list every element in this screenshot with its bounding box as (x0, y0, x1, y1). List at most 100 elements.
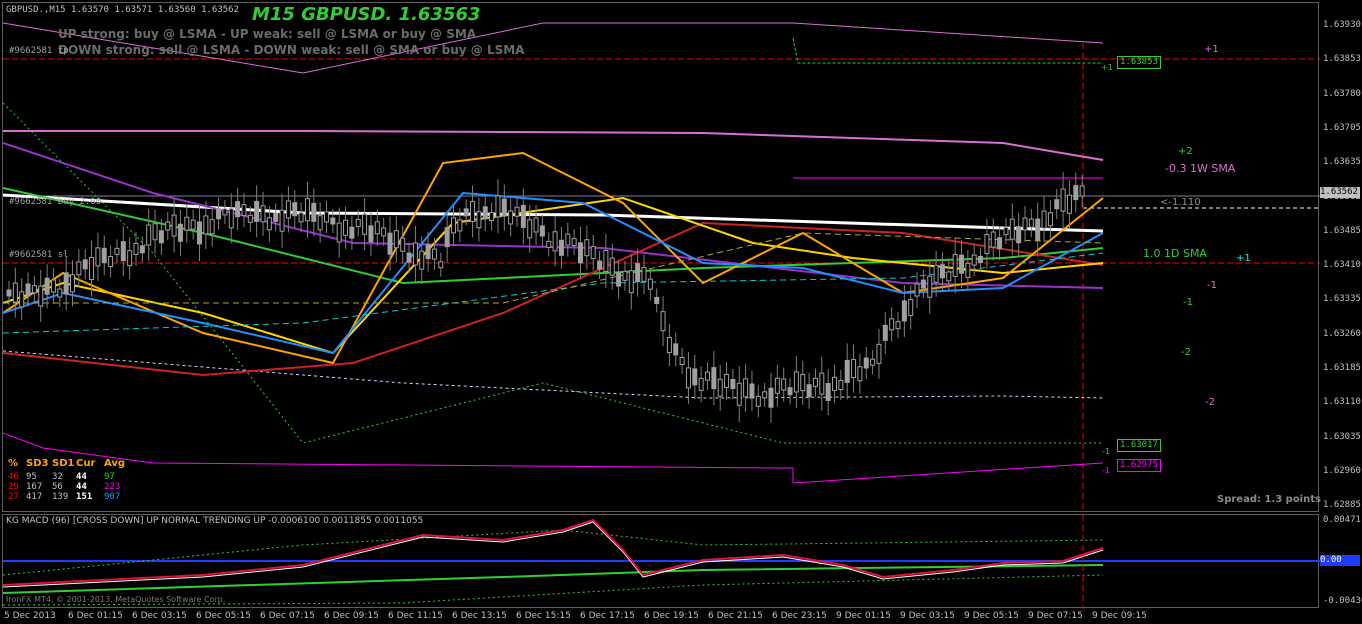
candle-body (959, 254, 964, 274)
candle-body (603, 249, 609, 272)
candle-body (641, 266, 647, 282)
candle-body (254, 200, 260, 222)
candle-body (508, 210, 514, 225)
pivot-value-label: <-1.110 (1160, 197, 1201, 208)
candle-body (1054, 199, 1060, 210)
candle-body (1022, 217, 1028, 231)
stats-row: 27 417 139 151 907 (8, 492, 120, 502)
candle-body (451, 217, 456, 234)
candle-body (324, 211, 329, 223)
stats-header-pct: % (8, 458, 19, 469)
candle-body (793, 371, 799, 393)
time-axis-label: 6 Dec 13:15 (452, 611, 507, 621)
candle-body (266, 217, 272, 231)
candle-body (692, 368, 698, 386)
price-axis-label: 1.63780 (1323, 88, 1361, 99)
candle-body (444, 227, 450, 248)
candle-body (120, 241, 126, 262)
candle-body (165, 221, 171, 231)
candle-body (514, 206, 520, 217)
macd-panel[interactable] (2, 514, 1320, 609)
orange-ma (3, 151, 1104, 365)
candle-body (70, 274, 75, 293)
candle-body (431, 248, 437, 260)
candle-body (438, 261, 444, 269)
stats-header-cur: Cur (76, 458, 96, 469)
price-axis-label: 1.63110 (1323, 397, 1361, 408)
candle-body (565, 233, 571, 246)
candle-body (482, 206, 488, 220)
time-axis-label: 6 Dec 09:15 (324, 611, 379, 621)
candle-body (939, 264, 945, 279)
candle-body (362, 213, 368, 235)
candle-body (838, 380, 844, 391)
candle-body (412, 242, 418, 266)
candle-body (768, 387, 774, 408)
price-axis-label: 1.62885 (1323, 500, 1361, 511)
candle-body (419, 250, 425, 270)
candle-body (374, 221, 380, 235)
candle-body (844, 359, 850, 383)
candle-body (584, 239, 590, 257)
sma-1d-label: 1.0 1D SMA (1143, 247, 1207, 260)
candle-body (851, 359, 857, 379)
stats-cell: 139 (52, 492, 69, 502)
macd-axis-top: 0.00471 (1323, 515, 1361, 525)
candle-body (685, 367, 691, 389)
order-tag-buy[interactable]: #9662581 buy 2.00 (9, 197, 101, 207)
candle-body (50, 279, 56, 293)
order-tag-tp[interactable]: #9662581 tp (9, 46, 69, 56)
candle-body (114, 247, 120, 255)
candle-body (127, 250, 133, 267)
candle-body (666, 337, 672, 354)
level-plus1-mid: +1 (1236, 253, 1251, 264)
candle-body (260, 205, 266, 223)
candle-body (882, 324, 888, 341)
stats-cell: 223 (104, 482, 121, 492)
candle-body (965, 262, 971, 278)
price-chart-canvas[interactable] (3, 3, 1320, 513)
candle-body (933, 264, 939, 283)
candle-body (101, 247, 107, 263)
level-minus2-magenta: -2 (1205, 397, 1215, 408)
candle-body (698, 377, 704, 391)
candle-body (38, 285, 44, 307)
candle-body (330, 217, 336, 225)
price-axis-label: 1.63410 (1323, 260, 1361, 271)
candle-body (558, 239, 564, 256)
candle-body (171, 214, 177, 237)
candle-body (1079, 185, 1085, 197)
candle-body (228, 208, 234, 229)
candle-body (736, 382, 742, 406)
candle-body (609, 257, 615, 276)
candle-body (279, 209, 285, 232)
candle-body (622, 270, 628, 281)
candle-body (203, 215, 209, 235)
candle-body (387, 232, 393, 255)
candle-body (1003, 227, 1009, 236)
candle-body (730, 379, 736, 390)
time-axis-label: 5 Dec 2013 (4, 611, 56, 621)
candle-body (578, 242, 583, 264)
candle-body (349, 226, 355, 239)
time-axis-label: 6 Dec 07:15 (260, 611, 315, 621)
candle-body (95, 247, 101, 267)
candle-body (63, 272, 69, 295)
candle-body (19, 291, 25, 308)
candle-body (812, 377, 818, 387)
time-axis-label: 6 Dec 15:15 (516, 611, 571, 621)
stats-cell: 29 (8, 482, 19, 492)
stats-cell: 46 (8, 472, 19, 482)
candle-body (927, 275, 933, 298)
candle-body (819, 372, 825, 395)
candle-body (89, 257, 95, 281)
time-axis-label: 9 Dec 09:15 (1092, 611, 1147, 621)
time-axis-label: 6 Dec 11:15 (388, 611, 443, 621)
candle-body (495, 195, 501, 218)
stats-cell: 44 (76, 482, 87, 492)
price-chart-panel[interactable] (2, 2, 1320, 513)
candle-body (1060, 188, 1066, 212)
candle-body (825, 383, 831, 402)
order-tag-sl[interactable]: #9662581 sl (9, 250, 69, 260)
candle-body (597, 260, 603, 270)
